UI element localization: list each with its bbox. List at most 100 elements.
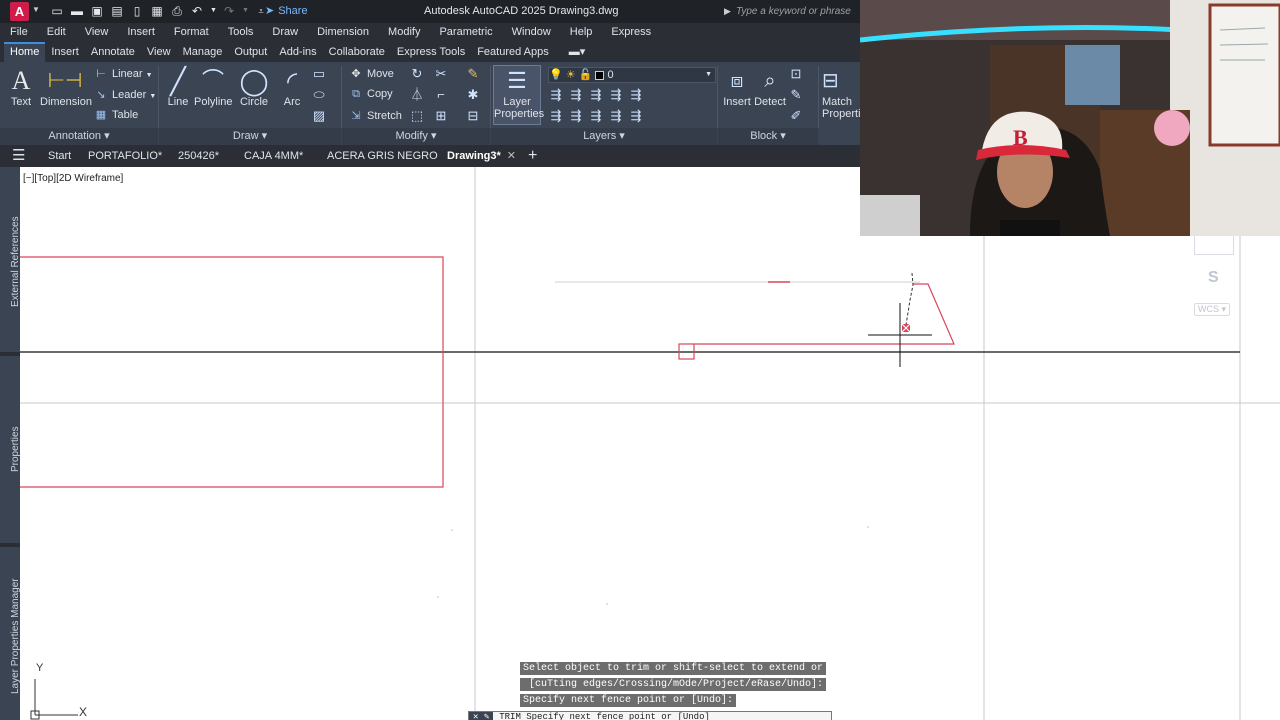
undo-dropdown-icon[interactable]: ▼ — [210, 4, 217, 18]
text-tool-button[interactable]: A Text — [8, 66, 34, 108]
menu-dimension[interactable]: Dimension — [317, 23, 369, 42]
new-tab-icon[interactable]: + — [528, 145, 537, 167]
draw-panel-title[interactable]: Draw ▾ — [159, 128, 341, 145]
new-file-icon[interactable]: ▭ — [50, 4, 64, 18]
menu-window[interactable]: Window — [512, 23, 551, 42]
file-tab-drawing3[interactable]: Drawing3* ✕ — [447, 145, 516, 167]
layer-lock-tool-icon[interactable]: ⇶ — [608, 108, 624, 124]
tab-home[interactable]: Home — [4, 42, 46, 62]
file-tab-acera-gris-negro[interactable]: ACERA GRIS NEGRO — [327, 145, 438, 167]
fillet-icon[interactable]: ⌐ — [433, 87, 449, 103]
tab-annotate[interactable]: Annotate — [85, 42, 141, 62]
red-rectangle[interactable] — [20, 256, 444, 488]
menu-parametric[interactable]: Parametric — [439, 23, 492, 42]
layer-unisolate-icon[interactable]: ⇶ — [548, 108, 564, 124]
block-panel-title[interactable]: Block ▾ — [718, 128, 818, 145]
tab-express-tools[interactable]: Express Tools — [391, 42, 471, 62]
drawing-viewport[interactable]: [−][Top][2D Wireframe] Y X S WCS ▾ Selec… — [20, 167, 1280, 720]
layer-properties-button[interactable]: ☰ Layer Properties — [493, 65, 544, 125]
ellipse-icon[interactable]: ⬭ — [311, 87, 327, 103]
edit-block-icon[interactable]: ✎ — [788, 87, 804, 103]
array-icon[interactable]: ⊞ — [433, 108, 449, 124]
file-tab-caja-4mm[interactable]: CAJA 4MM* — [244, 145, 303, 167]
layer-copy-icon[interactable]: ⇶ — [628, 108, 644, 124]
save-icon[interactable]: ▣ — [90, 4, 104, 18]
save-to-web-icon[interactable]: ▦ — [150, 4, 164, 18]
table-button[interactable]: ▦ Table — [94, 108, 139, 121]
erase-icon[interactable]: ✎ — [465, 66, 481, 82]
menu-tools[interactable]: Tools — [228, 23, 254, 42]
command-close-icon[interactable]: ✕ ✎ — [469, 712, 494, 720]
save-as-icon[interactable]: ▤ — [110, 4, 124, 18]
move-button[interactable]: ✥ Move — [349, 67, 394, 80]
mirror-icon[interactable]: ⏃ — [409, 87, 425, 103]
trim-icon[interactable]: ✂ — [433, 66, 449, 82]
share-button[interactable]: ➤ Share — [265, 4, 308, 17]
menu-file[interactable]: File — [10, 23, 28, 42]
menu-express[interactable]: Express — [611, 23, 651, 42]
modify-panel-title[interactable]: Modify ▾ — [342, 128, 490, 145]
app-menu-caret-icon[interactable]: ▼ — [32, 5, 40, 14]
file-tab-start[interactable]: Start — [48, 145, 71, 167]
insert-block-button[interactable]: ⧈ Insert — [722, 66, 752, 108]
rectangle-icon[interactable]: ▭ — [311, 66, 327, 82]
leader-button[interactable]: ↘ Leader ▼ — [94, 88, 156, 101]
close-tab-icon[interactable]: ✕ — [507, 150, 516, 162]
menu-view[interactable]: View — [85, 23, 109, 42]
layer-iso-icon[interactable]: ⇶ — [568, 87, 584, 103]
explode-icon[interactable]: ✱ — [465, 87, 481, 103]
menu-help[interactable]: Help — [570, 23, 593, 42]
menu-modify[interactable]: Modify — [388, 23, 420, 42]
drawing-canvas[interactable] — [20, 167, 1280, 720]
tab-add-ins[interactable]: Add-ins — [273, 42, 322, 62]
open-from-web-icon[interactable]: ▯ — [130, 4, 144, 18]
layer-make-current-icon[interactable]: ⇶ — [608, 87, 624, 103]
menu-insert[interactable]: Insert — [127, 23, 155, 42]
layer-state-icon[interactable]: ⇶ — [548, 87, 564, 103]
tab-featured-apps[interactable]: Featured Apps — [471, 42, 555, 62]
annotation-panel-title[interactable]: Annotation ▾ — [0, 128, 158, 145]
menu-format[interactable]: Format — [174, 23, 209, 42]
undo-icon[interactable]: ↶ — [190, 4, 204, 18]
create-block-icon[interactable]: ⊡ — [788, 66, 804, 82]
arc-tool-button[interactable]: ◜ Arc — [278, 66, 306, 108]
detect-button[interactable]: ⌕ Detect — [754, 66, 786, 108]
offset-icon[interactable]: ⊟ — [465, 108, 481, 124]
layer-on-tool-icon[interactable]: ⇶ — [588, 108, 604, 124]
hatch-icon[interactable]: ▨ — [311, 108, 327, 124]
search-expand-icon[interactable]: ▶ — [724, 3, 731, 20]
layers-panel-title[interactable]: Layers ▾ — [491, 128, 717, 145]
tab-collaborate[interactable]: Collaborate — [323, 42, 391, 62]
plot-icon[interactable]: ⎙ — [170, 4, 184, 18]
tab-insert[interactable]: Insert — [45, 42, 85, 62]
copy-button[interactable]: ⧉ Copy — [349, 88, 393, 101]
edit-attributes-icon[interactable]: ✐ — [788, 108, 804, 124]
circle-tool-button[interactable]: ◯ Circle — [238, 66, 270, 108]
wcs-menu[interactable]: WCS ▾ — [1194, 303, 1231, 316]
open-folder-icon[interactable]: ▬ — [70, 4, 84, 18]
tab-manage[interactable]: Manage — [177, 42, 229, 62]
layer-off-icon[interactable]: ⇶ — [588, 87, 604, 103]
dimension-tool-button[interactable]: ⊢⊣ Dimension — [40, 66, 92, 108]
layer-match-icon[interactable]: ⇶ — [628, 87, 644, 103]
command-line-input[interactable]: ✕ ✎ TRIM Specify next fence point or [Und… — [468, 711, 832, 720]
redo-dropdown-icon[interactable]: ▼ — [242, 4, 249, 18]
menu-edit[interactable]: Edit — [47, 23, 66, 42]
polyline-tool-button[interactable]: ⌒ Polyline — [194, 66, 233, 108]
match-properties-button[interactable]: ⊟ Match Properties — [822, 66, 860, 120]
file-tab-250426[interactable]: 250426* — [178, 145, 219, 167]
tab-output[interactable]: Output — [228, 42, 273, 62]
ribbon-display-toggle-icon[interactable]: ▬▾ — [563, 42, 592, 62]
hamburger-menu-icon[interactable]: ☰ — [12, 145, 25, 167]
menu-draw[interactable]: Draw — [272, 23, 298, 42]
autocad-logo[interactable]: A — [10, 2, 29, 21]
viewport-controls-label[interactable]: [−][Top][2D Wireframe] — [23, 173, 123, 184]
viewcube-south-label[interactable]: S — [1208, 269, 1219, 287]
tab-view[interactable]: View — [141, 42, 177, 62]
stretch-button[interactable]: ⇲ Stretch — [349, 109, 401, 122]
file-tab-portafolio[interactable]: PORTAFOLIO* — [88, 145, 162, 167]
layer-freeze-tool-icon[interactable]: ⇶ — [568, 108, 584, 124]
layer-dropdown[interactable]: 💡 ☀ 🔓 0 ▼ — [548, 67, 716, 83]
rotate-icon[interactable]: ↻ — [409, 66, 425, 82]
search-input[interactable]: ▶ Type a keyword or phrase — [724, 3, 860, 20]
